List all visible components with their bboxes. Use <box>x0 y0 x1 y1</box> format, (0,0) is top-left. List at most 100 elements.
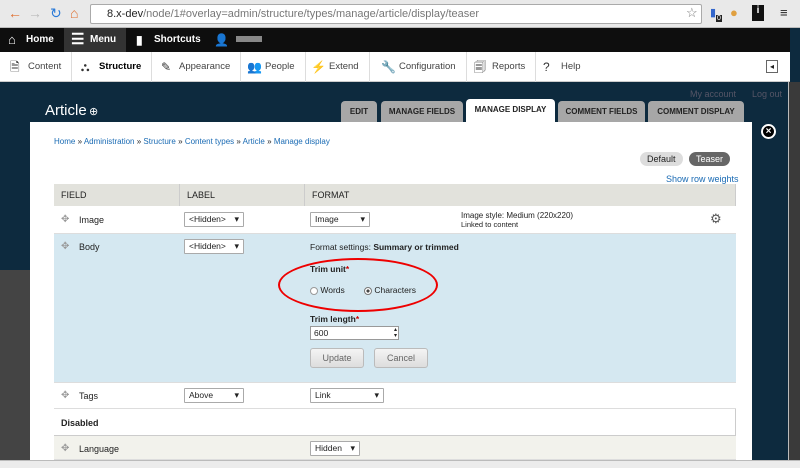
toolbar-user[interactable]: 👤 <box>210 28 262 52</box>
bookmark-star-icon[interactable]: ☆ <box>686 5 698 21</box>
toolbar-shortcuts-label: Shortcuts <box>154 34 201 45</box>
tray-people[interactable]: 👥 People <box>237 52 306 82</box>
drag-handle-icon[interactable]: ✥ <box>61 214 69 225</box>
reports-icon: 🗐 <box>474 60 486 74</box>
breadcrumb-sep: » <box>178 137 183 146</box>
tray-reports[interactable]: 🗐 Reports <box>464 52 537 82</box>
toolbar-menu[interactable]: ☰ Menu <box>64 28 126 52</box>
tray-configuration[interactable]: 🔧 Configuration <box>371 52 467 82</box>
show-row-weights-link[interactable]: Show row weights <box>666 174 739 184</box>
format-select[interactable]: Image <box>310 212 370 227</box>
username-blurred <box>236 36 262 43</box>
tab-comment-fields[interactable]: COMMENT FIELDS <box>558 101 645 122</box>
field-name: Body <box>79 242 100 252</box>
breadcrumb-sep: » <box>236 137 241 146</box>
drag-handle-icon[interactable]: ✥ <box>61 443 69 454</box>
toolbar-shortcuts[interactable]: ▮ Shortcuts <box>128 28 208 52</box>
required-marker: * <box>355 314 360 324</box>
sitemap-icon: ⛬ <box>81 60 90 74</box>
tray-label: Structure <box>99 61 142 72</box>
tray-orientation-toggle[interactable]: ◂ <box>766 60 778 73</box>
menu-hamburger-icon[interactable]: ≡ <box>780 5 788 20</box>
tab-comment-display[interactable]: COMMENT DISPLAY <box>648 101 744 122</box>
breadcrumb-link[interactable]: Content types <box>185 137 234 146</box>
tab-manage-display[interactable]: MANAGE DISPLAY <box>466 99 555 122</box>
toolbar-menu-label: Menu <box>90 34 117 45</box>
format-select[interactable]: Hidden <box>310 441 360 456</box>
label-select[interactable]: <Hidden> <box>184 239 244 254</box>
back-icon[interactable]: ← <box>8 5 22 21</box>
home-icon: ⌂ <box>8 32 16 47</box>
menu-icon: ☰ <box>71 31 85 48</box>
tray-content[interactable]: 🗎 Content <box>0 52 73 82</box>
table-row-tags: ✥ Tags Above Link <box>54 383 736 409</box>
breadcrumb-sep: » <box>136 137 142 146</box>
tray-label: People <box>265 61 295 72</box>
my-account-link[interactable]: My account <box>690 89 736 99</box>
reload-icon[interactable]: ↻ <box>50 5 62 22</box>
update-button[interactable]: Update <box>310 348 364 368</box>
tray-label: Configuration <box>399 61 456 72</box>
bookmark-icon: ▮ <box>136 33 143 47</box>
vertical-scrollbar[interactable] <box>788 82 800 460</box>
breadcrumb-link[interactable]: Manage display <box>274 137 330 146</box>
breadcrumb-link[interactable]: Administration <box>84 137 135 146</box>
breadcrumb-sep: » <box>77 137 83 146</box>
close-overlay-icon[interactable]: × <box>761 124 776 139</box>
column-header-field: FIELD <box>54 184 180 206</box>
trim-length-input[interactable]: 600 ▴ ▾ <box>310 326 399 340</box>
drag-handle-icon[interactable]: ✥ <box>61 241 69 252</box>
trim-length-value: 600 <box>314 328 329 338</box>
add-shortcut-icon[interactable]: ⊕ <box>89 105 98 118</box>
label-select[interactable]: <Hidden> <box>184 212 244 227</box>
red-highlight-ellipse <box>278 258 438 312</box>
number-spinner[interactable]: ▴ ▾ <box>394 327 397 339</box>
tray-help[interactable]: ? Help <box>533 52 591 82</box>
tray-label: Appearance <box>179 61 231 72</box>
user-icon: 👤 <box>214 33 229 47</box>
breadcrumb-link[interactable]: Structure <box>143 137 175 146</box>
breadcrumb: Home » Administration » Structure » Cont… <box>54 137 330 146</box>
admin-toolbar: ⌂ Home ☰ Menu ▮ Shortcuts 👤 <box>0 28 790 52</box>
help-icon: ? <box>543 60 550 74</box>
home-icon[interactable]: ⌂ <box>70 5 78 21</box>
info-extension-icon[interactable]: i <box>752 5 764 21</box>
column-header-label: LABEL <box>180 184 305 206</box>
url-path: /node/1#overlay=admin/structure/types/ma… <box>143 8 480 20</box>
horizontal-scrollbar[interactable] <box>0 460 800 468</box>
tray-extend[interactable]: ⚡ Extend <box>301 52 370 82</box>
page-title: Article <box>45 102 87 119</box>
gear-icon[interactable]: ⚙ <box>710 211 722 227</box>
paint-icon: ✎ <box>161 60 172 74</box>
tab-edit[interactable]: EDIT <box>341 101 377 122</box>
field-name: Language <box>79 444 120 454</box>
forward-icon[interactable]: → <box>28 5 42 21</box>
disabled-region-header: Disabled <box>54 409 736 436</box>
breadcrumb-link[interactable]: Home <box>54 137 75 146</box>
label-select[interactable]: Above <box>184 388 244 403</box>
extension-face-icon[interactable]: ● <box>730 5 738 20</box>
cancel-button[interactable]: Cancel <box>374 348 428 368</box>
toolbar-home-label: Home <box>26 34 54 45</box>
extension-badge: 0 <box>716 15 722 22</box>
view-mode-default[interactable]: Default <box>640 152 683 166</box>
tray-label: Extend <box>329 61 359 72</box>
url-bar[interactable]: 8.x-dev/node/1#overlay=admin/structure/t… <box>90 4 702 24</box>
url-host: 8.x-dev <box>107 8 144 20</box>
document-icon: 🗎 <box>10 60 20 74</box>
log-out-link[interactable]: Log out <box>752 89 782 99</box>
toolbar-home[interactable]: ⌂ Home <box>0 28 62 52</box>
tab-manage-fields[interactable]: MANAGE FIELDS <box>381 101 463 122</box>
table-row-language: ✥ Language Hidden <box>54 436 736 460</box>
table-row-body: ✥ Body <Hidden> Format settings: Summary… <box>54 234 736 383</box>
admin-tray: 🗎 Content ⛬ Structure ✎ Appearance 👥 People … <box>0 52 790 82</box>
drag-handle-icon[interactable]: ✥ <box>61 390 69 401</box>
breadcrumb-link[interactable]: Article <box>243 137 265 146</box>
format-settings-prefix: Format settings: <box>310 242 371 252</box>
tray-appearance[interactable]: ✎ Appearance <box>151 52 242 82</box>
field-name: Image <box>79 215 105 225</box>
view-mode-teaser[interactable]: Teaser <box>689 152 731 166</box>
format-select[interactable]: Link <box>310 388 384 403</box>
tray-structure[interactable]: ⛬ Structure <box>71 52 153 82</box>
format-summary: Image style: Medium (220x220) <box>461 211 574 220</box>
